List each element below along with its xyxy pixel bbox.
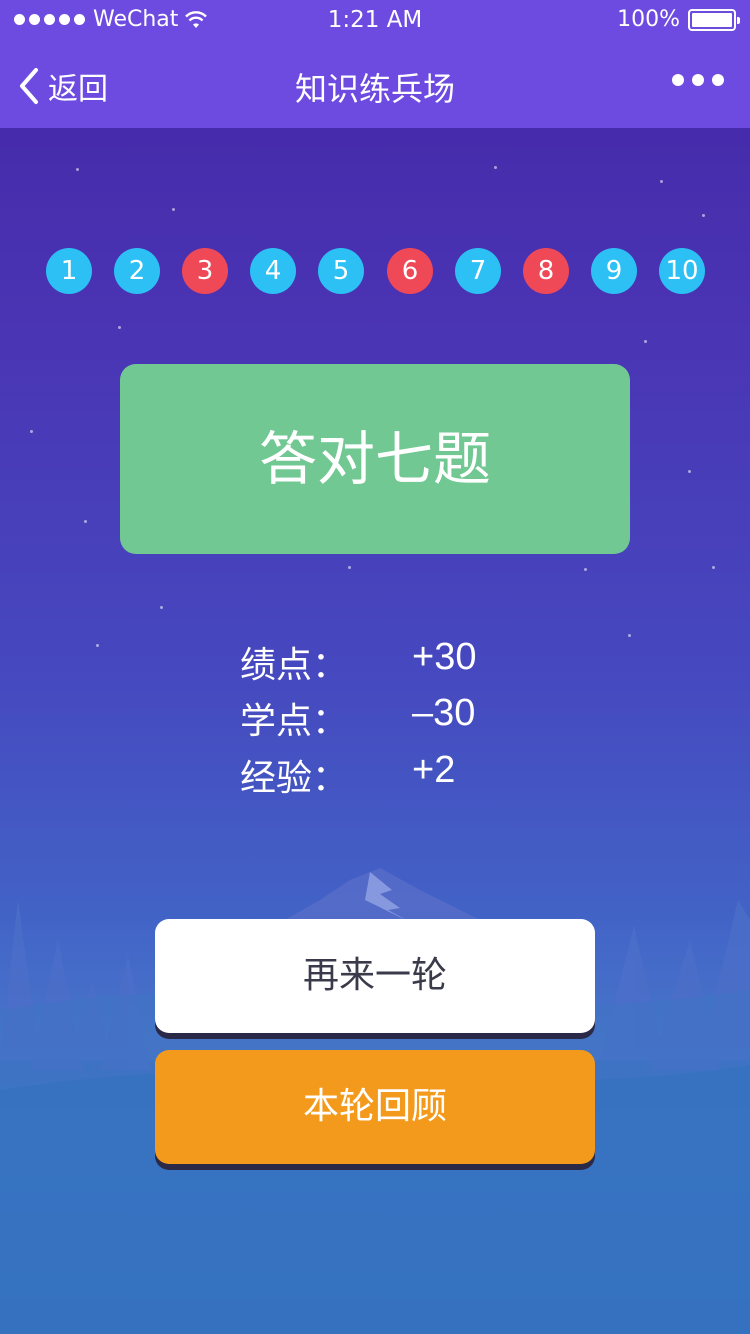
battery-percent: 100% [617,7,680,32]
battery-icon [688,8,740,31]
star [688,470,691,473]
stat-label: 学点： [240,701,349,742]
question-number-8[interactable]: 8 [523,248,569,294]
stat-row-gpa: 绩点： +30 [240,636,560,686]
round-review-button[interactable]: 本轮回顾 [155,1050,595,1164]
star [644,340,647,343]
stat-row-study-points: 学点： –30 [240,692,560,742]
stat-value: –30 [412,692,476,734]
star [348,566,351,569]
star [160,606,163,609]
status-bar: WeChat 1:21 AM 100% [0,0,750,40]
star [628,634,631,637]
star [584,568,587,571]
question-number-3[interactable]: 3 [182,248,228,294]
nav-bar: 返回 知识练兵场 [0,40,750,128]
star [702,214,705,217]
star [76,168,79,171]
question-number-1[interactable]: 1 [46,248,92,294]
star [172,208,175,211]
question-number-10[interactable]: 10 [659,248,705,294]
more-dot-icon [672,74,684,86]
stat-row-experience: 经验： +2 [240,749,560,799]
question-number-4[interactable]: 4 [250,248,296,294]
stat-label: 绩点： [240,645,349,686]
question-number-5[interactable]: 5 [318,248,364,294]
star [118,326,121,329]
more-menu-button[interactable] [672,74,724,86]
more-dot-icon [692,74,704,86]
star [660,180,663,183]
stat-label: 经验： [240,758,349,799]
star [84,520,87,523]
page-title: 知识练兵场 [294,70,455,108]
question-number-9[interactable]: 9 [591,248,637,294]
star [494,166,497,169]
play-again-button[interactable]: 再来一轮 [155,919,595,1033]
question-number-7[interactable]: 7 [455,248,501,294]
result-card: 答对七题 [120,364,630,554]
moon-icon [358,744,384,772]
more-dot-icon [712,74,724,86]
stat-value: +2 [412,749,456,791]
question-number-2[interactable]: 2 [114,248,160,294]
star [30,430,33,433]
question-number-6[interactable]: 6 [387,248,433,294]
question-number-row: 1 2 3 4 5 6 7 8 9 10 [46,248,706,296]
stat-value: +30 [412,636,477,678]
star [96,644,99,647]
star [712,566,715,569]
